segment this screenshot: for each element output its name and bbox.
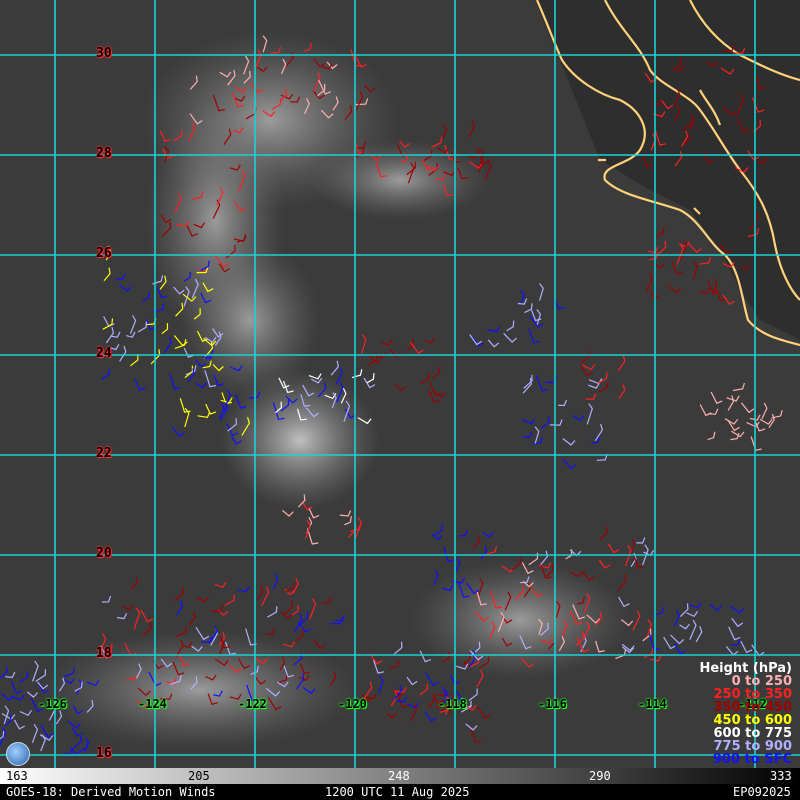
lon-label-124: -124 — [138, 697, 167, 711]
lon-label-116: -116 — [538, 697, 567, 711]
map-canvas — [0, 0, 800, 768]
colorbar-tick-290: 290 — [589, 769, 611, 783]
lat-label-18: 18 — [96, 646, 112, 661]
satellite-wind-map: 30 28 26 24 22 20 18 16 -126 -124 -122 -… — [0, 0, 800, 800]
footer-storm-id: EP092025 — [733, 785, 791, 799]
lat-label-20: 20 — [96, 546, 112, 561]
lon-label-122: -122 — [238, 697, 267, 711]
footer-product: GOES-18: Derived Motion Winds — [6, 785, 216, 799]
colorbar-tick-205: 205 — [188, 769, 210, 783]
legend-entry-900-sfc: 900 to SFC — [712, 752, 792, 767]
colorbar-tick-248: 248 — [388, 769, 410, 783]
lat-label-16: 16 — [96, 746, 112, 761]
agency-logo — [6, 742, 30, 766]
lat-label-22: 22 — [96, 446, 112, 461]
lat-label-28: 28 — [96, 146, 112, 161]
lat-label-30: 30 — [96, 46, 112, 61]
colorbar-tick-333: 333 — [770, 769, 792, 783]
colorbar-tick-163: 163 — [6, 769, 28, 783]
lon-label-118: -118 — [438, 697, 467, 711]
lon-label-120: -120 — [338, 697, 367, 711]
footer-bar: GOES-18: Derived Motion Winds 1200 UTC 1… — [0, 784, 800, 800]
footer-timestamp: 1200 UTC 11 Aug 2025 — [325, 785, 470, 799]
lon-label-114: -114 — [638, 697, 667, 711]
lon-label-126: -126 — [38, 697, 67, 711]
lat-label-24: 24 — [96, 346, 112, 361]
lat-label-26: 26 — [96, 246, 112, 261]
height-legend: Height (hPa) 0 to 250 250 to 350 350 to … — [699, 662, 792, 766]
